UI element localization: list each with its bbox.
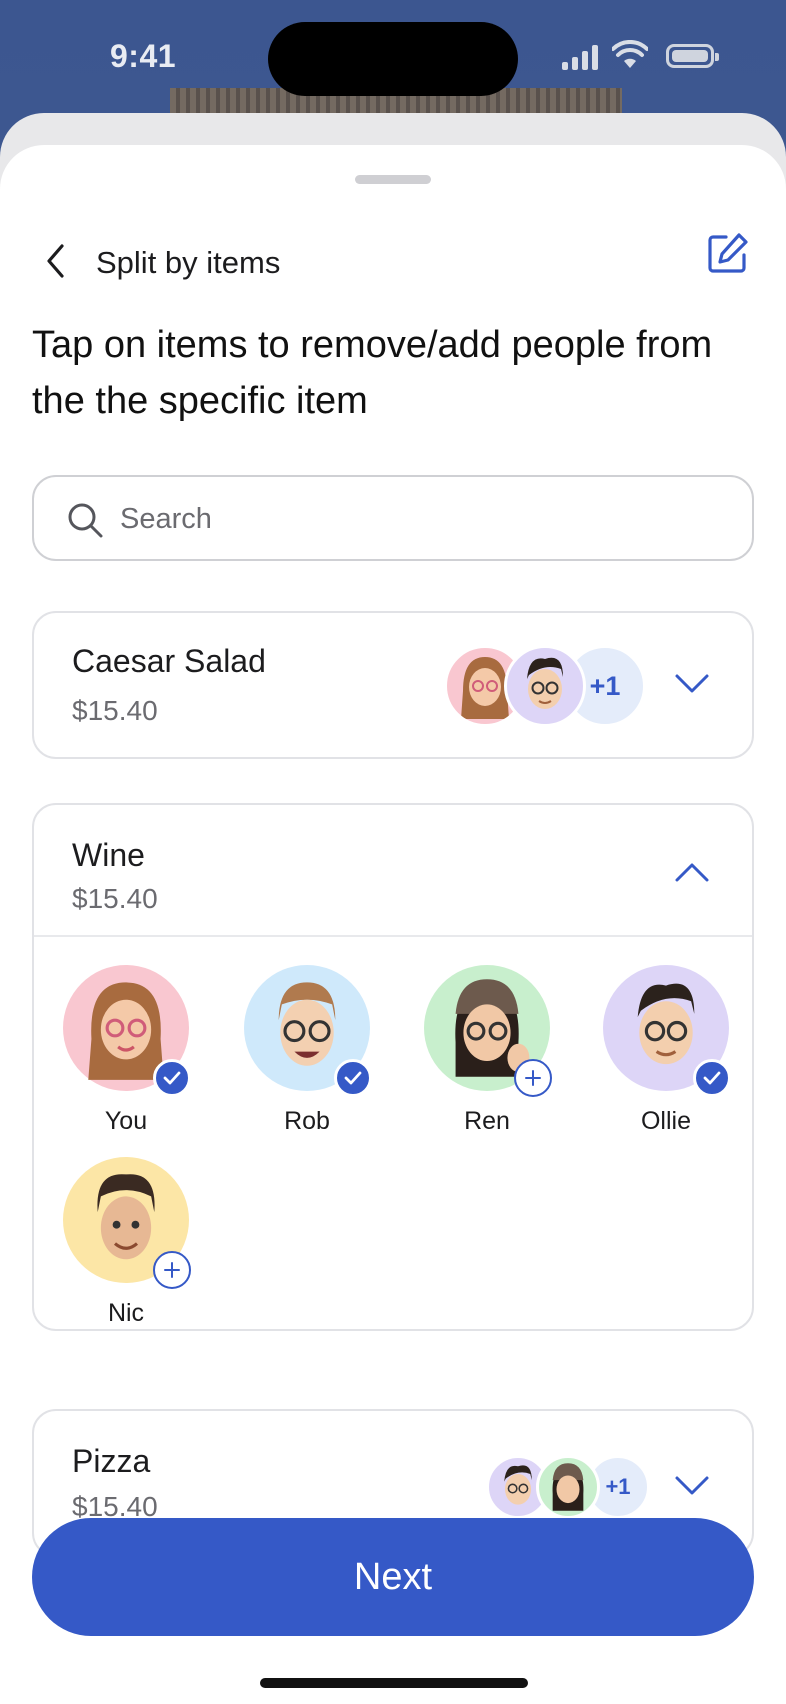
item-name: Caesar Salad — [72, 643, 266, 679]
item-card-caesar-salad[interactable]: Caesar Salad $15.40 +1 — [32, 611, 754, 759]
selected-check-icon — [334, 1059, 372, 1097]
selected-check-icon — [153, 1059, 191, 1097]
bottom-sheet: Split by items Tap on items to remove/ad… — [0, 145, 786, 1704]
item-name: Wine — [72, 837, 145, 873]
person-name: Rob — [284, 1107, 330, 1135]
person-rob[interactable]: Rob — [237, 965, 377, 1136]
search-input[interactable] — [120, 495, 720, 543]
add-person-icon — [514, 1059, 552, 1097]
person-nic[interactable]: Nic — [56, 1157, 196, 1328]
chevron-left-icon — [47, 244, 64, 278]
edit-button[interactable] — [706, 231, 756, 281]
sheet-grabber[interactable] — [355, 175, 431, 184]
status-bar: 9:41 — [0, 0, 786, 114]
wifi-icon — [612, 40, 648, 68]
signal-icon — [562, 44, 598, 70]
item-price: $15.40 — [72, 883, 158, 914]
selected-check-icon — [693, 1059, 731, 1097]
avatar-ollie — [504, 645, 586, 727]
person-name: Ren — [464, 1107, 510, 1135]
person-ren[interactable]: Ren — [417, 965, 557, 1136]
avatar-stack: +1 — [444, 645, 646, 727]
avatar — [63, 1157, 191, 1289]
chevron-down-icon[interactable] — [674, 1475, 710, 1497]
card-divider — [34, 935, 752, 937]
chevron-up-icon[interactable] — [674, 861, 710, 883]
avatar — [244, 965, 372, 1097]
avatar — [603, 965, 731, 1097]
battery-icon — [666, 44, 719, 68]
page-title: Split by items — [96, 245, 281, 280]
person-name: Nic — [107, 1299, 145, 1327]
person-name: Ollie — [640, 1107, 691, 1135]
item-price: $15.40 — [72, 695, 158, 726]
item-card-wine[interactable]: Wine $15.40 You Rob Ren Ollie Nic — [32, 803, 754, 1331]
avatar — [63, 965, 191, 1097]
search-field[interactable] — [32, 475, 754, 561]
instruction-heading: Tap on items to remove/add people from t… — [32, 324, 713, 422]
person-name: You — [104, 1107, 148, 1135]
person-ollie[interactable]: Ollie — [596, 965, 736, 1136]
person-you[interactable]: You — [56, 965, 196, 1136]
add-person-icon — [153, 1251, 191, 1289]
nav-bar: Split by items — [0, 225, 786, 295]
chevron-down-icon[interactable] — [674, 673, 710, 695]
next-button[interactable]: Next — [32, 1518, 754, 1636]
avatar-ren — [536, 1455, 600, 1519]
avatar-stack: +1 — [486, 1455, 650, 1519]
item-name: Pizza — [72, 1443, 151, 1479]
avatar — [424, 965, 552, 1097]
search-icon — [68, 503, 103, 538]
dynamic-island — [268, 22, 518, 96]
status-time: 9:41 — [110, 38, 177, 74]
edit-icon — [708, 233, 748, 273]
back-button[interactable] — [36, 237, 76, 285]
home-indicator — [260, 1678, 528, 1688]
